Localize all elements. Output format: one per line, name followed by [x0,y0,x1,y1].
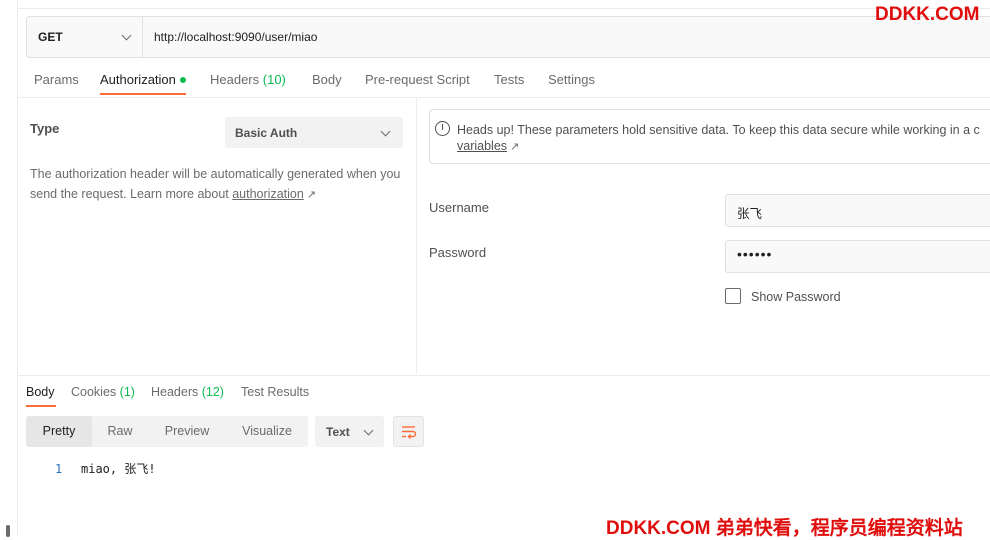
username-value: 张飞 [737,207,763,221]
username-label: Username [429,200,489,215]
tab-strip [18,0,990,9]
show-password-checkbox[interactable] [725,288,741,304]
tab-body[interactable]: Body [312,72,342,87]
password-value: •••••• [737,246,773,262]
tab-headers[interactable]: Headers (10) [210,72,286,87]
auth-type-panel: Type Basic Auth The authorization header… [18,98,417,374]
tab-authorization-label: Authorization [100,72,176,87]
response-active-underline [26,405,56,407]
response-body-line: 1 miao, 张飞! [55,460,156,477]
view-pretty-button[interactable]: Pretty [26,416,92,447]
tab-pre-request-script[interactable]: Pre-request Script [365,72,470,87]
watermark-bottom: DDKK.COM 弟弟快看，程序员编程资料站 [606,518,963,539]
watermark-top: DDKK.COM [875,4,980,25]
response-headers-label: Headers [151,385,199,399]
response-headers-count: (12) [201,385,224,399]
headers-count: (10) [262,72,286,87]
auth-description-text: The authorization header will be automat… [30,167,401,201]
tab-headers-label: Headers [210,72,260,87]
authorization-link[interactable]: authorization [232,187,304,201]
tab-params[interactable]: Params [34,72,79,87]
wrap-lines-button[interactable] [393,416,424,447]
auth-type-select[interactable]: Basic Auth [225,117,403,148]
username-field[interactable]: 张飞 [725,194,990,227]
response-view-toggle: Pretty Raw Preview Visualize [26,416,308,447]
cookies-count: (1) [119,385,135,399]
tab-authorization[interactable]: Authorization [100,72,186,87]
chevron-down-icon [363,425,374,436]
response-divider [18,375,990,376]
cookies-label: Cookies [71,385,117,399]
active-tab-underline [100,93,186,95]
external-link-icon: ↗ [510,141,520,153]
heads-up-text: Heads up! These parameters hold sensitiv… [457,123,980,137]
wrap-lines-icon [402,426,417,439]
request-tabs: Params Authorization Headers (10) Body P… [18,62,990,98]
response-tab-body[interactable]: Body [26,385,55,399]
left-sidebar-rail [0,0,18,537]
show-password-label[interactable]: Show Password [751,290,841,304]
variables-link-label: variables [457,139,508,153]
url-input[interactable]: http://localhost:9090/user/miao [154,30,317,44]
info-icon [435,121,450,136]
auth-description: The authorization header will be automat… [30,164,405,205]
line-number: 1 [55,462,63,476]
method-select[interactable]: GET [27,17,143,57]
view-visualize-button[interactable]: Visualize [226,416,308,447]
sidebar-resize-handle[interactable] [6,525,10,537]
request-url-bar: GET http://localhost:9090/user/miao [26,16,990,58]
view-preview-button[interactable]: Preview [148,416,226,447]
password-field[interactable]: •••••• [725,240,990,273]
view-raw-button[interactable]: Raw [92,416,148,447]
method-label: GET [38,30,63,44]
external-link-icon: ↗ [306,189,317,201]
active-indicator-dot [179,76,186,83]
response-format-select[interactable]: Text [315,416,384,447]
password-label: Password [429,245,487,260]
auth-type-value: Basic Auth [235,126,298,140]
response-tab-cookies[interactable]: Cookies (1) [71,385,135,399]
response-tab-test-results[interactable]: Test Results [241,385,309,399]
response-format-value: Text [326,425,350,439]
chevron-down-icon [380,126,391,137]
heads-up-notice: Heads up! These parameters hold sensitiv… [429,109,990,164]
variables-link[interactable]: variables ↗ [457,139,519,153]
line-content: miao, 张飞! [81,462,156,476]
tab-tests[interactable]: Tests [494,72,524,87]
tab-settings[interactable]: Settings [548,72,595,87]
chevron-down-icon [121,30,132,41]
response-tab-headers[interactable]: Headers (12) [151,385,224,399]
type-label: Type [30,121,60,136]
